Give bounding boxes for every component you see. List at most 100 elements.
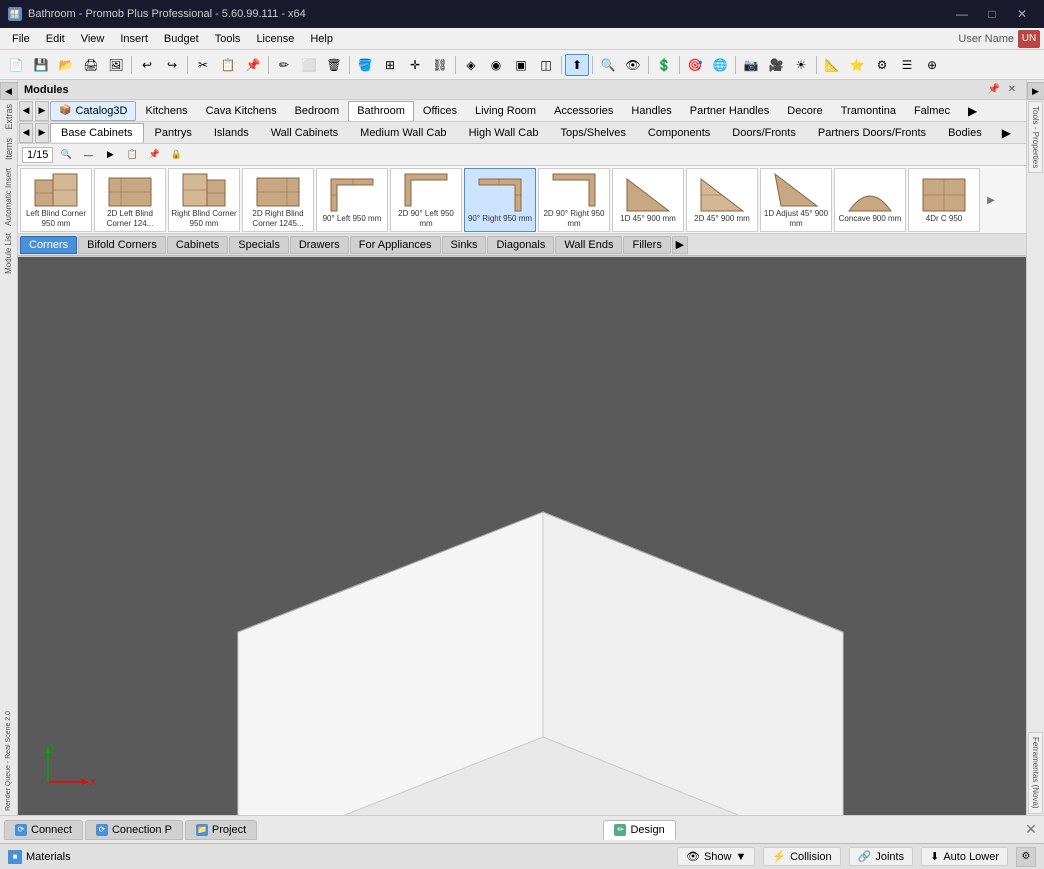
sub-tab-doors[interactable]: Doors/Fronts — [721, 123, 807, 143]
tb-paste[interactable]: 📌 — [241, 54, 265, 76]
cat-tab-fillers[interactable]: Fillers — [623, 236, 670, 254]
items-scroll-right[interactable]: ▶ — [982, 168, 1000, 232]
tb-layer[interactable]: ◉ — [484, 54, 508, 76]
tb-open[interactable]: 📂 — [54, 54, 78, 76]
left-sidebar-toggle[interactable]: ◀ — [0, 82, 18, 100]
tb-img[interactable]: 🖼 — [104, 54, 128, 76]
materials-section[interactable]: ■ Materials — [8, 850, 71, 864]
tb-cam[interactable]: 📷 — [739, 54, 763, 76]
auto-lower-section[interactable]: ⬇ Auto Lower — [921, 847, 1008, 866]
sub-tab-high-wall[interactable]: High Wall Cab — [458, 123, 550, 143]
right-sidebar-toggle[interactable]: ▶ — [1027, 82, 1044, 100]
bottom-close-btn[interactable]: ✕ — [1022, 821, 1040, 839]
catalog-tab-decore[interactable]: Decore — [778, 101, 831, 121]
sub-tab-pantrys[interactable]: Pantrys — [144, 123, 203, 143]
item-left-blind-corner[interactable]: Left Blind Corner 950 mm — [20, 168, 92, 232]
tb-fill[interactable]: 🪣 — [353, 54, 377, 76]
sidebar-tab-extras[interactable]: Extras — [2, 100, 16, 134]
tb-split[interactable]: ◫ — [534, 54, 558, 76]
sidebar-tab-auto-insert[interactable]: Automatic Insert — [2, 164, 15, 230]
menu-file[interactable]: File — [4, 31, 38, 47]
catalog-tab-falmec[interactable]: Falmec — [905, 101, 959, 121]
menu-insert[interactable]: Insert — [112, 31, 156, 47]
items-tb-5[interactable]: 📌 — [145, 146, 163, 164]
sub-tab-partner-doors[interactable]: Partners Doors/Fronts — [807, 123, 937, 143]
sub-tab-base-cabinets[interactable]: Base Cabinets — [50, 123, 144, 143]
tb-measure[interactable]: 📐 — [820, 54, 844, 76]
sidebar-tab-render[interactable]: Render Queue - Real Scene 2.0 — [4, 707, 13, 815]
cat-tab-sinks[interactable]: Sinks — [442, 236, 487, 254]
tb-erase[interactable]: 🗑 — [322, 54, 346, 76]
tb-select[interactable]: ⬜ — [297, 54, 321, 76]
cat-tab-cabinets[interactable]: Cabinets — [167, 236, 228, 254]
menu-tools[interactable]: Tools — [207, 31, 249, 47]
right-tab-tools-properties[interactable]: Tools - Properties — [1028, 101, 1043, 173]
close-button[interactable]: ✕ — [1008, 5, 1036, 23]
cat-tab-specials[interactable]: Specials — [229, 236, 289, 254]
cat-tab-corners[interactable]: Corners — [20, 236, 77, 254]
tb-render[interactable]: 🌐 — [708, 54, 732, 76]
items-tb-2[interactable]: — — [79, 146, 97, 164]
item-1d-adjust-45[interactable]: 1D Adjust 45° 900 mm — [760, 168, 832, 232]
tb-pencil[interactable]: ✏ — [272, 54, 296, 76]
tb-cut[interactable]: ✂ — [191, 54, 215, 76]
item-2d-90-left[interactable]: 2D 90° Left 950 mm — [390, 168, 462, 232]
tb-save[interactable]: 💾 — [29, 54, 53, 76]
collision-section[interactable]: ⚡ Collision — [763, 847, 840, 866]
tb-star[interactable]: ⭐ — [845, 54, 869, 76]
sidebar-tab-module-list[interactable]: Module List — [2, 229, 15, 278]
joints-section[interactable]: 🔗 Joints — [849, 847, 913, 866]
cat-tab-bifold[interactable]: Bifold Corners — [78, 236, 166, 254]
sub-tab-components[interactable]: Components — [637, 123, 721, 143]
cat-tab-drawers[interactable]: Drawers — [290, 236, 349, 254]
tb-3d[interactable]: 🎯 — [683, 54, 707, 76]
menu-license[interactable]: License — [248, 31, 302, 47]
menu-edit[interactable]: Edit — [38, 31, 73, 47]
item-2d-left-blind[interactable]: 2D Left Blind Corner 124... — [94, 168, 166, 232]
modules-close-btn[interactable]: ✕ — [1004, 83, 1020, 97]
bottom-tab-project[interactable]: 📁 Project — [185, 820, 257, 840]
cat-tab-diagonals[interactable]: Diagonals — [487, 236, 554, 254]
sub-tab-more[interactable]: ▶ — [993, 123, 1020, 143]
items-tb-6[interactable]: 🔒 — [167, 146, 185, 164]
status-gear-btn[interactable]: ⚙ — [1016, 847, 1036, 867]
cat-tab-more[interactable]: ▶ — [672, 236, 688, 254]
catalog-tab-accessories[interactable]: Accessories — [545, 101, 622, 121]
catalog-tab-offices[interactable]: Offices — [414, 101, 466, 121]
menu-budget[interactable]: Budget — [156, 31, 207, 47]
catalog-nav-left[interactable]: ◀ — [19, 101, 33, 121]
tb-new[interactable]: 📄 — [4, 54, 28, 76]
catalog-tab-more[interactable]: ▶ — [959, 101, 986, 121]
catalog-nav-right[interactable]: ▶ — [35, 101, 49, 121]
tb-eye[interactable]: 👁 — [621, 54, 645, 76]
sub-tab-medium-wall[interactable]: Medium Wall Cab — [349, 123, 457, 143]
bottom-tab-connect[interactable]: ⟳ Connect — [4, 820, 83, 840]
bottom-tab-connection-p[interactable]: ⟳ Conection P — [85, 820, 183, 840]
tb-settings[interactable]: ⚙ — [870, 54, 894, 76]
sub-tab-islands[interactable]: Islands — [203, 123, 260, 143]
sub-tab-bodies[interactable]: Bodies — [937, 123, 993, 143]
maximize-button[interactable]: □ — [978, 5, 1006, 23]
catalog-tab-bedroom[interactable]: Bedroom — [286, 101, 349, 121]
tb-redo[interactable]: ↪ — [160, 54, 184, 76]
catalog-tab-cava[interactable]: Cava Kitchens — [197, 101, 286, 121]
catalog-tab-bathroom[interactable]: Bathroom — [348, 101, 414, 121]
tb-print[interactable]: 🖨 — [79, 54, 103, 76]
tb-undo[interactable]: ↩ — [135, 54, 159, 76]
bottom-tab-design[interactable]: ✏ Design — [603, 820, 675, 840]
item-right-blind[interactable]: Right Blind Corner 950 mm — [168, 168, 240, 232]
items-tb-3[interactable]: ▶ — [101, 146, 119, 164]
tb-list[interactable]: ☰ — [895, 54, 919, 76]
items-tb-1[interactable]: 🔍 — [57, 146, 75, 164]
catalog-tab-tramontina[interactable]: Tramontina — [832, 101, 905, 121]
tb-grid[interactable]: ⊞ — [378, 54, 402, 76]
item-2d-45[interactable]: 2D 45° 900 mm — [686, 168, 758, 232]
item-90-left[interactable]: 90° Left 950 mm — [316, 168, 388, 232]
sub-tab-tops[interactable]: Tops/Shelves — [549, 123, 636, 143]
right-tab-ferramentas[interactable]: Ferramentas (Nova) — [1028, 732, 1043, 814]
item-concave[interactable]: Concave 900 mm — [834, 168, 906, 232]
catalog-tab-livingroom[interactable]: Living Room — [466, 101, 545, 121]
item-90-right[interactable]: 90° Right 950 mm — [464, 168, 536, 232]
tb-sun[interactable]: ☀ — [789, 54, 813, 76]
item-2d-right-blind[interactable]: 2D Right Blind Corner 1245... — [242, 168, 314, 232]
